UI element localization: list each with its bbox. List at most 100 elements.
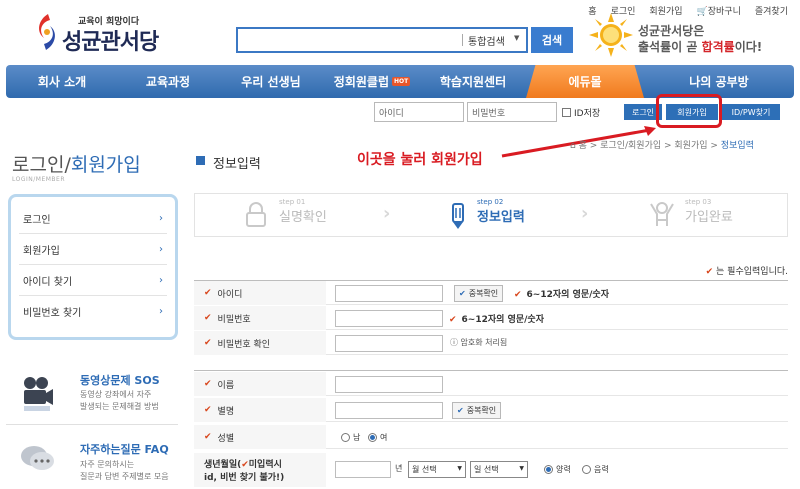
step-3: step 03 가입완료 — [685, 198, 733, 225]
solar-radio[interactable] — [544, 465, 553, 474]
chevron-right-icon: › — [159, 243, 163, 255]
birthdate-warning: id, 비번 찾기 불가!) — [204, 473, 285, 483]
required-icon: ✔ — [204, 338, 212, 348]
step-arrow-icon: › — [383, 203, 391, 224]
lunar-radio[interactable] — [582, 465, 591, 474]
required-icon: ✔ — [204, 288, 212, 298]
title-bullet — [196, 156, 205, 165]
sidebar-divider — [6, 424, 178, 425]
util-favorites-link[interactable]: 즐겨찾기 — [755, 4, 788, 17]
sidebar-item-find-id[interactable]: 아이디 찾기 › — [19, 265, 167, 296]
row-name: ✔ 이름 — [194, 372, 788, 396]
save-id-checkbox[interactable] — [562, 108, 571, 117]
breadcrumb-join[interactable]: 회원가입 — [674, 141, 707, 151]
nav-member-club[interactable]: 정회원클럽 HOT — [324, 65, 420, 98]
gender-male-label: 남 — [353, 433, 361, 442]
id-input[interactable] — [335, 285, 443, 302]
sun-icon — [589, 13, 633, 57]
promo-line-1: 성균관서당은 — [638, 24, 705, 38]
breadcrumb-home[interactable]: 홈 — [579, 141, 587, 151]
required-icon: ✔ — [204, 405, 212, 415]
nav-courses[interactable]: 교육과정 — [118, 65, 218, 98]
check-icon: ✔ — [514, 290, 522, 300]
required-note: ✔ 는 필수입력입니다. — [705, 267, 788, 277]
page-title: 정보입력 — [213, 157, 261, 172]
section-divider — [194, 370, 788, 371]
breadcrumb-current: 정보입력 — [720, 141, 754, 151]
login-id-input[interactable]: 아이디 — [374, 102, 464, 122]
birth-month-select[interactable]: 월 선택 ▼ — [408, 461, 466, 478]
cart-icon: 🛒 — [696, 7, 708, 17]
step-2: step 02 정보입력 — [477, 198, 525, 225]
hot-badge: HOT — [391, 77, 411, 86]
password-confirm-input[interactable] — [335, 335, 443, 352]
check-icon: ✔ — [457, 406, 464, 415]
sidebar-item-login[interactable]: 로그인 › — [19, 203, 167, 234]
faq-desc-2: 질문과 답변 주제별로 모음 — [80, 472, 169, 481]
find-id-pw-button[interactable]: ID/PW찾기 — [722, 104, 780, 120]
required-icon: ✔ — [204, 313, 212, 323]
gender-male-radio[interactable] — [341, 433, 350, 442]
chat-bubble-icon — [21, 446, 54, 470]
name-input[interactable] — [335, 376, 443, 393]
check-icon: ✔ — [449, 315, 457, 325]
breadcrumb-login-member[interactable]: 로그인/회원가입 — [600, 141, 661, 151]
row-gender: ✔ 성별 남 여 — [194, 425, 788, 449]
sidebar-subtitle: LOGIN/MEMBER — [12, 176, 66, 183]
required-icon: ✔ — [204, 379, 212, 389]
util-join-link[interactable]: 회원가입 — [649, 4, 682, 17]
sidebar-menu: 로그인 › 회원가입 › 아이디 찾기 › 비밀번호 찾기 › — [8, 194, 178, 340]
solar-label: 양력 — [556, 465, 571, 474]
nav-teachers[interactable]: 우리 선생님 — [218, 65, 324, 98]
sidebar-item-find-pw[interactable]: 비밀번호 찾기 › — [19, 296, 167, 327]
logo-swirl-icon — [39, 14, 55, 50]
gender-female-radio[interactable] — [368, 433, 377, 442]
row-birthdate: 생년월일(✔미입력시 id, 비번 찾기 불가!) 년 월 선택 ▼ 일 선택 ▼ … — [194, 453, 788, 487]
info-icon: ⓘ — [450, 338, 458, 347]
faq-desc-1: 자주 문의하시는 — [80, 460, 135, 469]
person-cheer-icon — [650, 202, 674, 226]
lock-icon — [246, 202, 266, 227]
annotation-text: 이곳을 눌러 회원가입 — [357, 152, 483, 168]
nav-support[interactable]: 학습지원센터 — [420, 65, 526, 98]
sos-title[interactable]: 동영상문제 SOS — [80, 372, 160, 388]
search-category-select[interactable]: 통합검색 — [468, 33, 505, 48]
id-duplicate-check-button[interactable]: ✔ 중복확인 — [454, 285, 504, 302]
step-1: step 01 실명확인 — [279, 198, 327, 225]
birth-year-input[interactable] — [335, 461, 391, 478]
breadcrumb: ⌂ 홈 > 로그인/회원가입 > 회원가입 > 정보입력 — [570, 141, 754, 151]
site-logo[interactable]: 교육이 희망이다 성균관서당 — [34, 10, 164, 56]
faq-title[interactable]: 자주하는질문 FAQ — [80, 441, 169, 457]
row-nickname: ✔ 별명 ✔ 중복확인 — [194, 398, 788, 422]
lunar-label: 음력 — [594, 465, 609, 474]
home-icon: ⌂ — [570, 141, 576, 151]
sidebar-item-join[interactable]: 회원가입 › — [19, 234, 167, 265]
birth-day-select[interactable]: 일 선택 ▼ — [470, 461, 528, 478]
nav-edumall[interactable]: 에듀몰 — [526, 65, 644, 98]
row-id: ✔ 아이디 ✔ 중복확인 ✔ 6~12자의 영문/숫자 — [194, 281, 788, 305]
video-camera-icon — [24, 377, 53, 411]
logo-name: 성균관서당 — [62, 30, 159, 55]
signup-steps: step 01 실명확인 › step 02 정보입력 › step 03 가입… — [194, 193, 788, 237]
search-button[interactable]: 검색 — [531, 27, 573, 53]
nickname-input[interactable] — [335, 402, 443, 419]
search-input[interactable]: 통합검색 ▼ — [236, 27, 528, 53]
nav-company[interactable]: 회사 소개 — [6, 65, 118, 98]
nickname-duplicate-check-button[interactable]: ✔ 중복확인 — [452, 402, 502, 419]
sidebar-title: 로그인/회원가입 — [12, 154, 141, 176]
password-hint: ✔ 6~12자의 영문/숫자 — [449, 315, 544, 325]
gender-label: 성별 — [217, 433, 235, 444]
pencil-icon — [452, 203, 464, 229]
row-password: ✔ 비밀번호 ✔ 6~12자의 영문/숫자 — [194, 306, 788, 330]
chevron-right-icon: › — [159, 274, 163, 286]
util-cart-link[interactable]: 🛒장바구니 — [697, 4, 741, 17]
birth-year-suffix: 년 — [395, 464, 403, 473]
required-icon: ✔ — [204, 432, 212, 442]
chevron-down-icon: ▼ — [457, 465, 462, 472]
sos-desc-2: 발생되는 문제해결 방법 — [80, 402, 159, 411]
step-arrow-icon: › — [581, 203, 589, 224]
id-hint: ✔ 6~12자의 영문/숫자 — [514, 290, 609, 300]
password-input[interactable] — [335, 310, 443, 327]
id-label: 아이디 — [217, 289, 243, 300]
chevron-right-icon: › — [159, 212, 163, 224]
